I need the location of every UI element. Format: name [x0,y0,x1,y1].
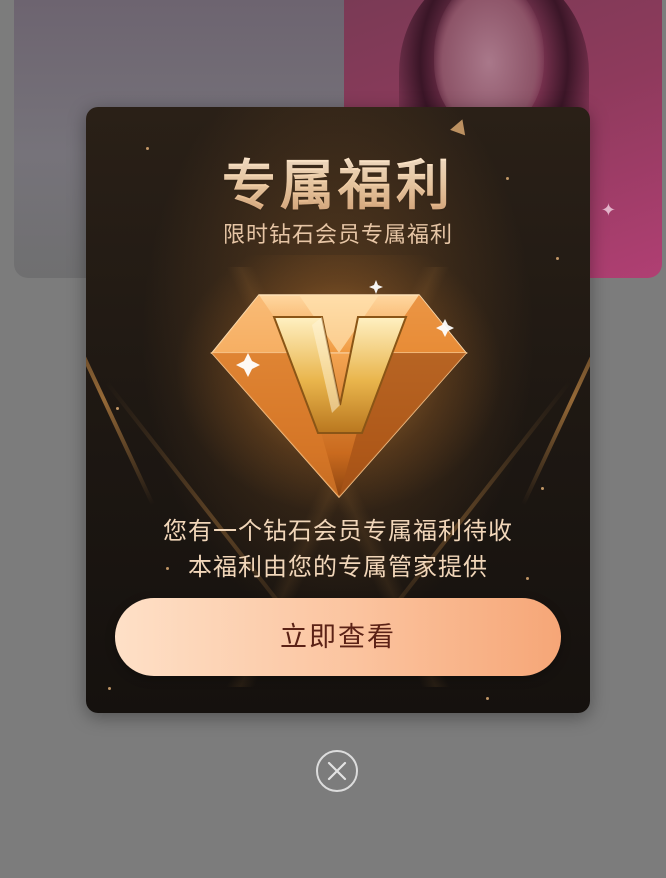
glitter-dot [108,687,111,690]
diamond-v-icon [174,255,504,515]
benefit-message-line-2: 本福利由您的专属管家提供 [188,554,488,581]
benefit-popup: 专属福利 限时钻石会员专属福利 您有一个钻石会员专属福利待收 本福利由您的专属管… [86,107,590,713]
glitter-dot [116,407,119,410]
glitter-dot [486,697,489,700]
sparkle-icon: ✦ [600,200,616,221]
popup-subtitle: 限时钻石会员专属福利 [222,222,453,247]
view-now-button[interactable]: 立即查看 [115,598,561,676]
popup-title: 专属福利 [86,141,590,220]
glitter-dot [541,487,544,490]
screen: ✦ 专属福利 限时钻石会员专属福利 您有一个钻石会员专属福利待收 本福利由您的专… [0,0,666,878]
close-icon [327,761,347,781]
benefit-message-line-1: 您有一个钻石会员专属福利待收 [163,518,513,545]
close-button[interactable] [316,750,358,792]
diamond-graphic [210,280,468,499]
glitter-dot [556,257,559,260]
decorative-triangle [450,116,470,136]
